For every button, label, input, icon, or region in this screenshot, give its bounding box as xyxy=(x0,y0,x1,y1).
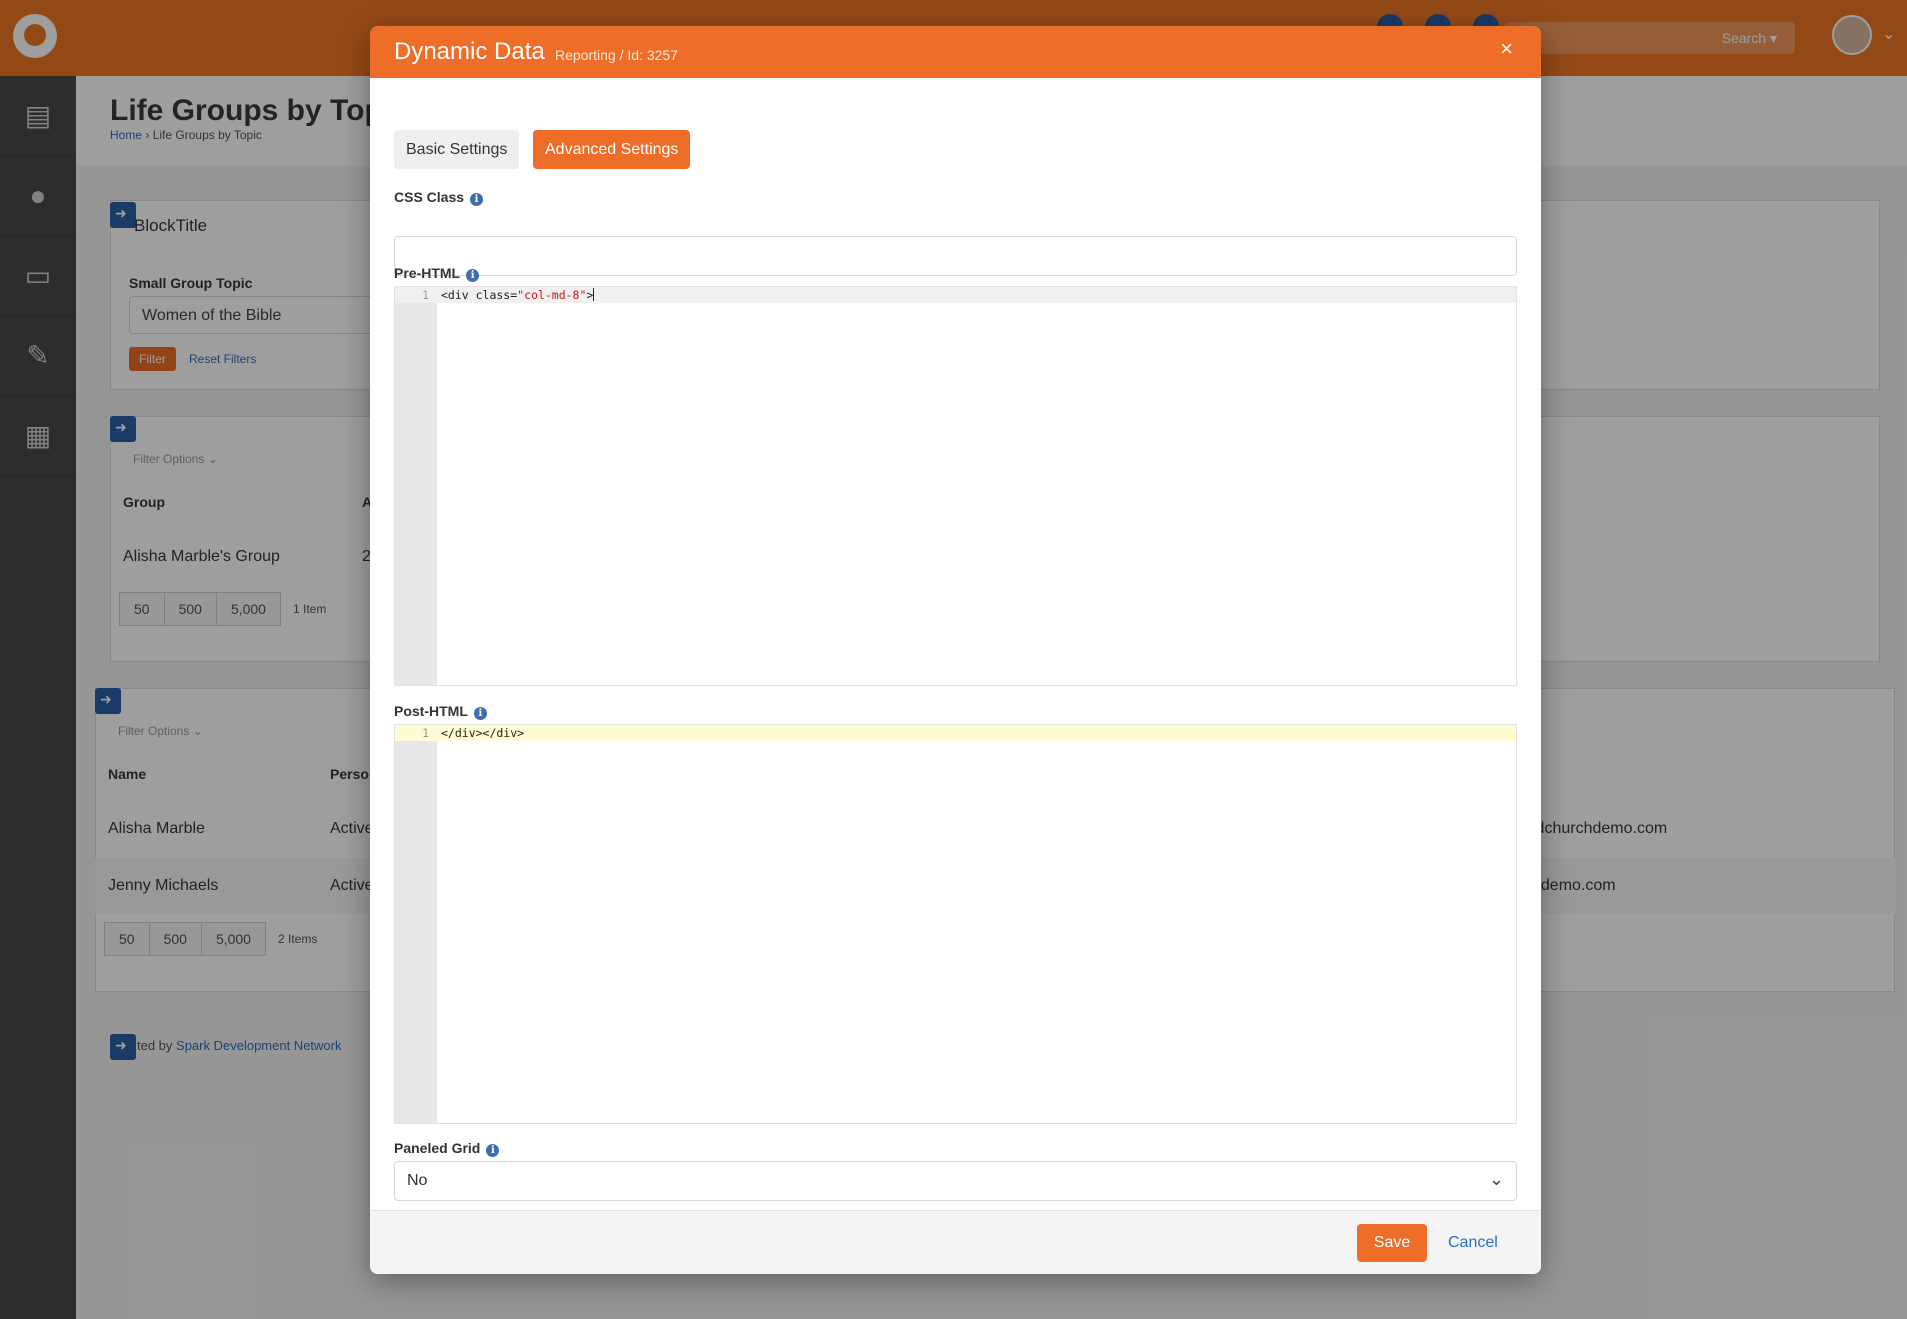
line-gutter xyxy=(395,725,437,1123)
tab-basic-settings[interactable]: Basic Settings xyxy=(394,130,520,169)
pre-html-label-text: Pre-HTML xyxy=(394,265,461,281)
post-html-label-text: Post-HTML xyxy=(394,703,468,719)
pre-html-editor[interactable]: 1 <div class="col-md-8"> xyxy=(394,286,1517,686)
line-gutter xyxy=(395,287,437,685)
modal-subtitle: Reporting / Id: 3257 xyxy=(555,47,678,63)
modal-header: Dynamic Data Reporting / Id: 3257 × xyxy=(370,26,1541,78)
paneled-grid-label-text: Paneled Grid xyxy=(394,1140,481,1156)
save-button[interactable]: Save xyxy=(1357,1224,1427,1262)
line-number: 1 xyxy=(422,726,429,740)
modal-title: Dynamic Data xyxy=(394,38,545,65)
pre-html-label: Pre-HTML i xyxy=(394,265,480,282)
chevron-down-icon: ⌄ xyxy=(1488,1169,1504,1189)
paneled-grid-select[interactable]: No ⌄ xyxy=(394,1161,1517,1201)
paneled-grid-value: No xyxy=(407,1172,428,1189)
line-number: 1 xyxy=(422,288,429,302)
info-icon[interactable]: i xyxy=(486,1144,500,1157)
post-html-label: Post-HTML i xyxy=(394,703,487,720)
info-icon[interactable]: i xyxy=(473,707,487,720)
code-tag-open: <div class= xyxy=(441,288,518,302)
modal-footer: Save Cancel xyxy=(370,1210,1541,1274)
close-icon[interactable]: × xyxy=(1500,38,1513,60)
active-line-highlight xyxy=(395,725,1516,741)
info-icon[interactable]: i xyxy=(466,269,480,282)
paneled-grid-label: Paneled Grid i xyxy=(394,1140,500,1157)
info-icon[interactable]: i xyxy=(470,193,484,206)
code-line: <div class="col-md-8"> xyxy=(441,288,595,302)
post-html-editor[interactable]: 1 </div></div> xyxy=(394,724,1517,1124)
css-class-input[interactable] xyxy=(394,236,1517,276)
dynamic-data-modal: Dynamic Data Reporting / Id: 3257 × Basi… xyxy=(370,26,1541,1274)
cancel-button[interactable]: Cancel xyxy=(1448,1224,1498,1262)
code-attr-value: "col-md-8" xyxy=(517,288,587,302)
text-cursor xyxy=(593,288,595,301)
code-tag-close: > xyxy=(586,288,594,302)
code-line: </div></div> xyxy=(441,726,525,740)
css-class-label: CSS Class i xyxy=(394,189,484,206)
css-class-label-text: CSS Class xyxy=(394,189,465,205)
tab-advanced-settings[interactable]: Advanced Settings xyxy=(533,130,691,169)
